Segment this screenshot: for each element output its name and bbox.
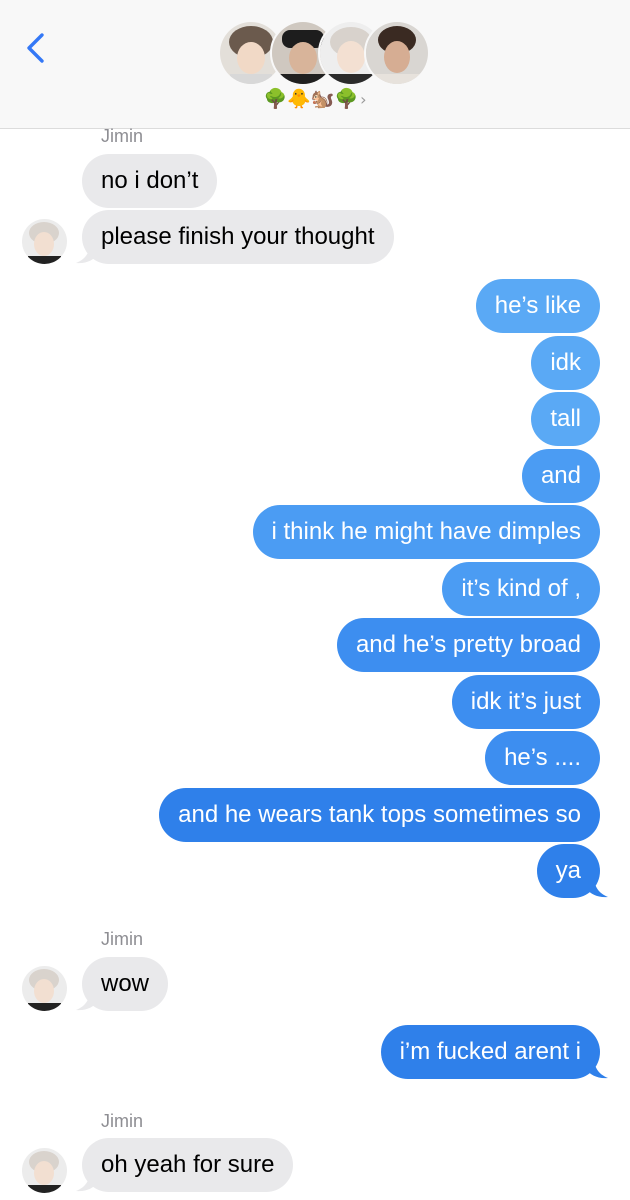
sender-name: Jimin — [101, 929, 144, 949]
bubble-tail — [76, 242, 98, 264]
conversation-header: 🌳🐥🐿️🌳 › — [0, 0, 630, 129]
outgoing-bubble[interactable]: he’s .... — [485, 731, 600, 785]
bubble-tail — [586, 876, 608, 898]
incoming-bubble[interactable]: please finish your thought — [82, 210, 394, 264]
incoming-bubble[interactable]: no i don’t — [82, 154, 218, 208]
outgoing-bubble[interactable]: i’m fucked arent i — [380, 1025, 600, 1079]
outgoing-bubble[interactable]: tall — [531, 392, 600, 446]
bubble-tail — [76, 1170, 98, 1192]
outgoing-bubble[interactable]: idk it’s just — [451, 675, 600, 729]
outgoing-bubble[interactable]: idk — [531, 336, 600, 390]
sender-avatar[interactable] — [22, 1148, 67, 1193]
incoming-bubble[interactable]: oh yeah for sure — [82, 1138, 294, 1192]
sender-name: Jimin — [101, 1111, 144, 1131]
back-chevron-icon[interactable] — [22, 32, 52, 64]
bubble-tail — [586, 1057, 608, 1079]
sender-name: Jimin — [101, 126, 144, 146]
outgoing-bubble[interactable]: i think he might have dimples — [252, 505, 600, 559]
outgoing-bubble[interactable]: and he wears tank tops sometimes so — [159, 788, 600, 842]
sender-avatar[interactable] — [22, 219, 67, 264]
member-avatar — [364, 20, 430, 86]
chevron-right-icon: › — [360, 90, 367, 109]
outgoing-bubble[interactable]: he’s like — [475, 279, 600, 333]
outgoing-bubble[interactable]: it’s kind of , — [442, 562, 600, 616]
bubble-tail — [76, 989, 98, 1011]
group-emoji-name: 🌳🐥🐿️🌳 — [263, 89, 359, 110]
group-name[interactable]: 🌳🐥🐿️🌳 › — [0, 88, 630, 112]
outgoing-bubble[interactable]: and he’s pretty broad — [336, 618, 600, 672]
outgoing-bubble[interactable]: and — [521, 449, 600, 503]
group-avatars[interactable] — [218, 20, 430, 86]
sender-avatar[interactable] — [22, 966, 67, 1011]
